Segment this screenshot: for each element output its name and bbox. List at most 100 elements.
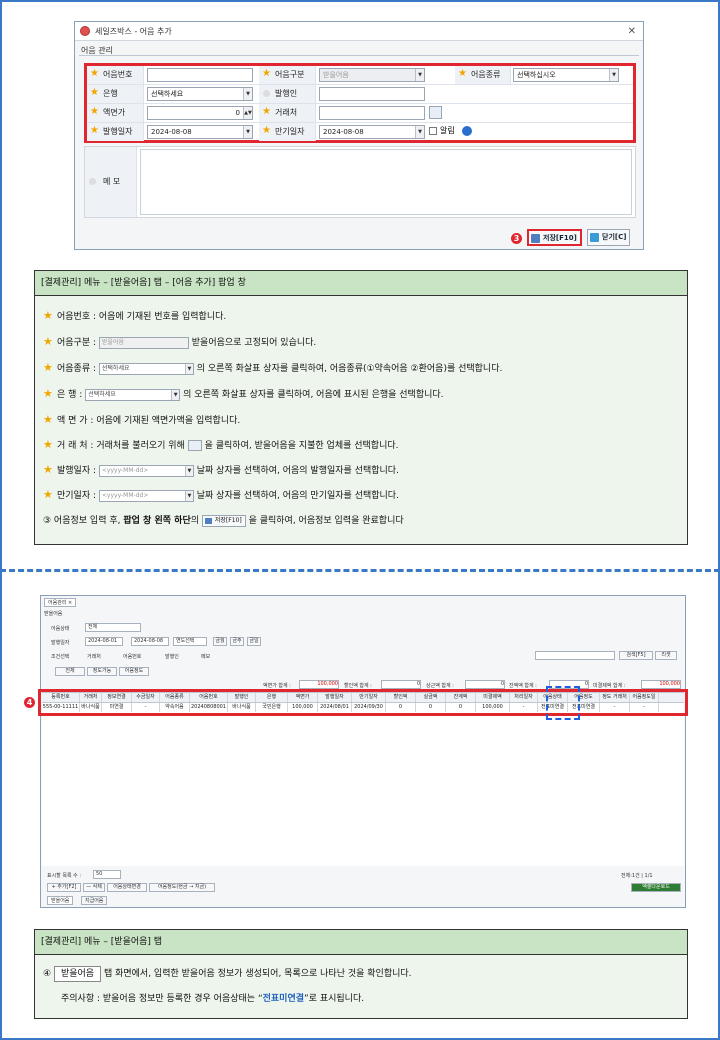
page-info: 전체:1건 | 1/1 — [621, 873, 653, 879]
search-input[interactable] — [535, 651, 615, 660]
instr-issue-date: ★ 발행일자 : <yyyy-MM-dd> ▼ 날짜 상자를 선택하여, 어음의 발… — [43, 463, 399, 477]
alert-label: 알림 — [440, 126, 455, 135]
instr-list-check: ④ 받을어음 탭 화면에서, 입력한 받을어음 정보가 생성되어, 목록으로 나… — [43, 966, 412, 982]
search-button[interactable]: 검색[F5] — [619, 651, 653, 660]
label-note-kind: ★ 어음종류 — [455, 66, 511, 84]
date-from[interactable]: 2024-08-01 — [85, 637, 123, 646]
perpage-select[interactable]: 50 — [93, 870, 121, 879]
sum-discount-value: 0 — [381, 680, 421, 689]
instr-customer: ★ 거 래 처 : 거래처를 불러오기 위해 을 클릭하여, 받을어음을 지불한 … — [43, 438, 399, 451]
memo-label: 메 모 — [85, 147, 137, 217]
highlight-row-box — [38, 689, 688, 716]
instruction-panel-2: [결제관리] 메뉴 – [받을어음] 탭 ④ 받을어음 탭 화면에서, 입력한 … — [34, 929, 688, 1019]
required-star-icon: ★ — [90, 125, 99, 136]
year-select[interactable]: 연도선택 — [173, 637, 207, 646]
memo-textarea[interactable] — [140, 149, 632, 215]
status-select[interactable]: 전체 — [85, 623, 141, 632]
chevron-down-icon[interactable]: ▼ — [243, 88, 252, 100]
dialog-titlebar: 세일즈박스 - 어음 추가 ✕ — [75, 22, 643, 41]
tab-payable-notes[interactable]: 지급어음 — [81, 896, 108, 905]
tab-all[interactable]: 전체 — [55, 667, 85, 676]
instruction-panel-1: [결제관리] 메뉴 – [받을어음] 탭 – [어음 추가] 팝업 창 ★ 어음번… — [34, 270, 688, 545]
perpage-label: 표시할 목록 수 : — [47, 873, 82, 879]
sum-discount-label: 할인액 합계 : — [344, 683, 372, 689]
customer-input[interactable] — [319, 106, 425, 120]
radio-issuer[interactable]: 발행인 — [165, 653, 179, 660]
optional-dot-icon — [263, 90, 270, 97]
required-star-icon: ★ — [90, 68, 99, 79]
endorse-button[interactable]: 어음정도(현금 → 지금) — [149, 883, 215, 892]
highlight-status-box — [546, 686, 580, 720]
sum-face-label: 액면가 합계 : — [263, 683, 291, 689]
face-value-stepper[interactable]: 0 ▲▼ — [147, 106, 253, 120]
issue-date-picker[interactable]: 2024-08-08 ▼ — [147, 125, 253, 139]
this-week-button[interactable]: 금주 — [230, 637, 244, 646]
chevron-down-icon[interactable]: ▼ — [609, 69, 618, 81]
sum-settle-value: 0 — [465, 680, 505, 689]
due-date-picker[interactable]: 2024-08-08 ▼ — [319, 125, 425, 139]
note-type-select: 받을어음 ▼ — [319, 68, 425, 82]
label-note-type: ★ 어음구분 — [259, 66, 316, 84]
radio-customer[interactable]: 거래처 — [87, 653, 101, 660]
issuer-input[interactable] — [319, 87, 425, 101]
radio-note-number[interactable]: 어음번호 — [123, 653, 141, 660]
close-button[interactable]: 닫기[C] — [587, 229, 631, 246]
memo-area: 메 모 — [84, 146, 636, 218]
chevron-down-icon[interactable]: ▼ — [243, 126, 252, 138]
label-issue-date: 발행일자 — [51, 640, 70, 646]
instr-face-value: ★ 액 면 가 : 어음에 기재된 액면가액을 입력합니다. — [43, 413, 241, 426]
excel-download-button[interactable]: 엑셀다운로드 — [631, 883, 681, 892]
label-customer: ★ 거래처 — [259, 104, 316, 122]
tab-note-management[interactable]: 어음관리 × — [44, 598, 77, 607]
instr-due-date: ★ 만기일자 : <yyyy-MM-dd> ▼ 날짜 상자를 선택하여, 어음의 만… — [43, 488, 399, 502]
note-number-input[interactable] — [147, 68, 253, 82]
reset-button[interactable]: 리셋 — [655, 651, 677, 660]
close-icon[interactable]: ✕ — [628, 22, 636, 41]
status-change-button[interactable]: 어음상태변경 — [107, 883, 147, 892]
add-button[interactable]: + 추가[F2] — [47, 883, 81, 892]
search-icon — [187, 440, 202, 451]
step-4-marker: 4 — [24, 697, 35, 708]
save-button[interactable]: 저장[F10] — [527, 229, 582, 246]
panel-1-header: [결제관리] 메뉴 – [받을어음] 탭 – [어음 추가] 팝업 창 — [35, 271, 687, 296]
instr-note-number: ★ 어음번호 : 어음에 기재된 번호를 입력합니다. — [43, 309, 227, 322]
sum-face-value: 100,000 — [299, 680, 339, 689]
search-icon[interactable] — [429, 106, 442, 119]
section-divider — [0, 569, 720, 572]
sum-unpaid-label: 미결제액 합계 : — [593, 683, 626, 689]
radio-memo[interactable]: 메모 — [201, 653, 210, 660]
save-icon — [531, 234, 540, 243]
today-button[interactable]: 금일 — [247, 637, 261, 646]
label-status: 어음상태 — [51, 626, 70, 632]
sum-balance-label: 잔액액 합계 : — [509, 683, 537, 689]
sum-unpaid-value: 100,000 — [641, 680, 681, 689]
instr-note-type: ★ 어음구분 : 받을어음 받을어음으로 고정되어 있습니다. — [43, 335, 317, 349]
dialog-title: 세일즈박스 - 어음 추가 — [95, 27, 172, 36]
step-3-marker: 3 — [511, 233, 522, 244]
label-issue-date: ★ 발행일자 — [87, 123, 144, 141]
received-notes-screen: 어음관리 × 받을어음 어음상태 전체 발행일자 2024-08-01 2024… — [40, 595, 686, 908]
tab-endorse-possible[interactable]: 정도가능 — [87, 667, 117, 676]
stepper-arrows-icon[interactable]: ▲▼ — [243, 107, 252, 119]
this-month-button[interactable]: 금월 — [213, 637, 227, 646]
tab-received-notes[interactable]: 받을어음 — [47, 896, 74, 905]
note-form: ★ 어음번호 ★ 어음구분 받을어음 ▼ ★ 어음종류 선택하십시오 ▼ ★ 은행 선택하세… — [84, 63, 636, 143]
chevron-down-icon[interactable]: ▼ — [415, 126, 424, 138]
tab-endorsed[interactable]: 어음정도 — [119, 667, 149, 676]
instr-caution: 주의사항 : 받을어음 정보만 등록한 경우 어음상태는 “전표미연결”로 표시… — [61, 994, 365, 1004]
instr-bank: ★ 은 행 : 선택하세요 ▼ 의 오른쪽 화살표 상자를 클릭하여, 어음에 표시… — [43, 387, 444, 401]
bank-select[interactable]: 선택하세요 ▼ — [147, 87, 253, 101]
label-bank: ★ 은행 — [87, 85, 144, 103]
alert-checkbox[interactable] — [429, 127, 437, 135]
delete-button[interactable]: — 삭제 — [83, 883, 105, 892]
date-to[interactable]: 2024-08-08 — [131, 637, 169, 646]
label-due-date: ★ 만기일자 — [259, 123, 316, 141]
sum-settle-label: 상근액 합계 : — [426, 683, 454, 689]
label-issuer: 발행인 — [259, 85, 316, 103]
required-star-icon: ★ — [90, 106, 99, 117]
required-star-icon: ★ — [458, 68, 467, 79]
instr-note-kind: ★ 어음종류 : 선택하세요 ▼ 의 오른쪽 화살표 상자를 클릭하여, 어음종류(… — [43, 361, 503, 375]
panel-2-header: [결제관리] 메뉴 – [받을어음] 탭 — [35, 930, 687, 955]
note-kind-select[interactable]: 선택하십시오 ▼ — [513, 68, 619, 82]
info-icon[interactable] — [462, 126, 472, 136]
